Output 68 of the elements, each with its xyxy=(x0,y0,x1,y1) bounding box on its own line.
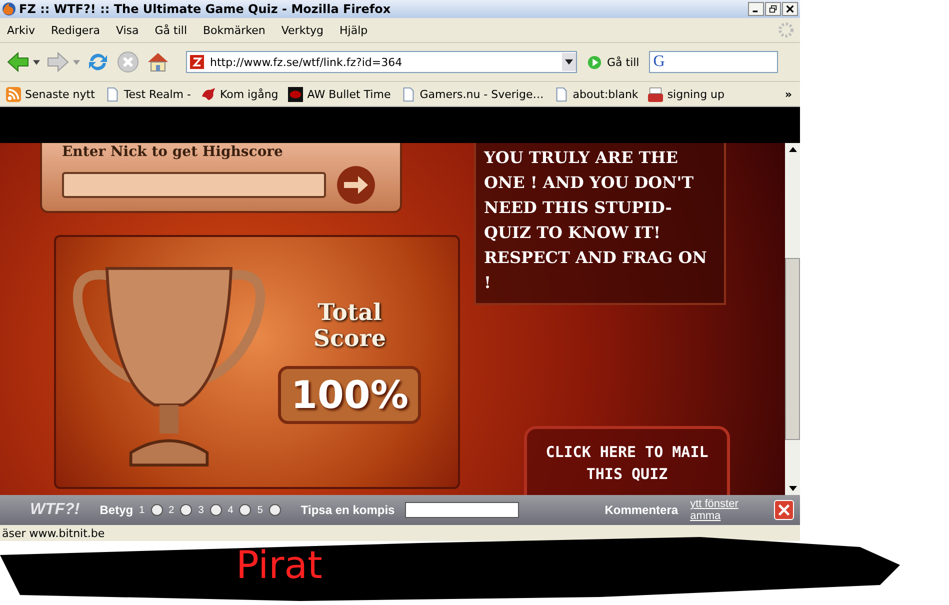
logo-icon xyxy=(288,86,304,102)
creature-icon xyxy=(200,86,216,102)
bookmark-item[interactable]: Kom igång xyxy=(200,86,278,102)
rating-number: 2 xyxy=(168,504,174,516)
address-field[interactable]: http://www.fz.se/wtf/link.fz?id=364 xyxy=(186,51,577,73)
rating-radio[interactable] xyxy=(239,504,252,516)
more-bookmarks-button[interactable]: » xyxy=(784,88,792,100)
score-title: Total Score xyxy=(312,300,388,352)
video-site-icon xyxy=(648,86,664,102)
restore-icon xyxy=(769,5,777,13)
close-icon xyxy=(778,504,790,516)
go-button[interactable]: Gå till xyxy=(583,54,644,70)
menu-item[interactable]: Visa xyxy=(116,24,139,36)
scroll-down-icon[interactable] xyxy=(788,486,796,491)
minimize-button[interactable] xyxy=(748,2,764,16)
comment-link[interactable]: Kommentera xyxy=(604,503,678,517)
bookmark-item[interactable]: AW Bullet Time xyxy=(288,86,391,102)
rating-radio[interactable] xyxy=(268,504,281,516)
menu-item[interactable]: Bokmärken xyxy=(203,24,266,36)
page-icon xyxy=(554,86,569,102)
menu-item[interactable]: Hjälp xyxy=(340,24,368,36)
tip-friend-label: Tipsa en kompis xyxy=(300,503,395,517)
back-icon[interactable] xyxy=(6,50,30,74)
dropdown-icon[interactable] xyxy=(33,60,40,64)
rating-radio[interactable] xyxy=(150,504,163,516)
bookmark-item[interactable]: signing up xyxy=(648,86,725,102)
result-message: YOU TRULY ARE THE ONE ! AND YOU DON'T NEED THIS STUPID-QUIZ TO KNOW IT! RESPECT AND FRAG ON ! xyxy=(474,143,726,305)
score-value: 100% xyxy=(278,366,422,424)
bookmark-item[interactable]: Gamers.nu - Sverige… xyxy=(400,86,544,102)
dropdown-icon[interactable] xyxy=(565,59,573,65)
bookmark-item[interactable]: Test Realm - xyxy=(104,86,191,102)
same-window-link[interactable]: amma xyxy=(690,510,738,522)
page-icon xyxy=(400,86,416,102)
search-field[interactable]: G xyxy=(649,51,778,73)
email-field[interactable] xyxy=(404,502,519,518)
mail-quiz-link[interactable]: CLICK HERE TO MAIL THIS QUIZ xyxy=(524,426,730,495)
rating-number: 1 xyxy=(139,504,145,516)
restore-button[interactable] xyxy=(765,2,781,16)
bookmark-item[interactable]: Senaste nytt xyxy=(6,86,95,102)
wtf-logo: WTF?! xyxy=(30,501,80,519)
firefox-logo-icon xyxy=(2,2,16,16)
scroll-up-icon[interactable] xyxy=(788,147,796,152)
play-icon xyxy=(587,54,602,70)
home-icon[interactable] xyxy=(146,50,170,74)
rating-radio[interactable] xyxy=(210,504,222,516)
rating-radio[interactable] xyxy=(180,504,192,516)
nick-input-field[interactable] xyxy=(62,172,326,198)
page-icon xyxy=(104,86,120,102)
rating-number: 3 xyxy=(198,504,204,516)
nick-prompt: Enter Nick to get Highscore xyxy=(62,143,284,161)
close-icon xyxy=(786,5,794,13)
scrollbar[interactable] xyxy=(785,143,800,495)
rating-number: 5 xyxy=(257,504,263,516)
bookmark-item[interactable]: about:blank xyxy=(554,86,638,102)
menu-item[interactable]: Gå till xyxy=(154,24,188,36)
throbber-icon xyxy=(778,22,794,38)
menu-item[interactable]: Redigera xyxy=(50,24,100,36)
menu-item[interactable]: Verktyg xyxy=(281,24,324,36)
window-title: FZ :: WTF?! :: The Ultimate Game Quiz - Mozilla Firefox xyxy=(19,2,392,16)
handwritten-note: Pirat xyxy=(236,543,322,587)
close-button[interactable] xyxy=(782,2,798,16)
rating-number: 4 xyxy=(228,504,234,516)
status-text: äser www.bitnit.be xyxy=(2,526,105,540)
search-engine-logo: G xyxy=(653,53,665,71)
site-logo-icon xyxy=(190,55,204,69)
feed-icon xyxy=(6,86,21,102)
menu-item[interactable]: Arkiv xyxy=(7,24,35,36)
rating-label: Betyg xyxy=(100,503,134,517)
